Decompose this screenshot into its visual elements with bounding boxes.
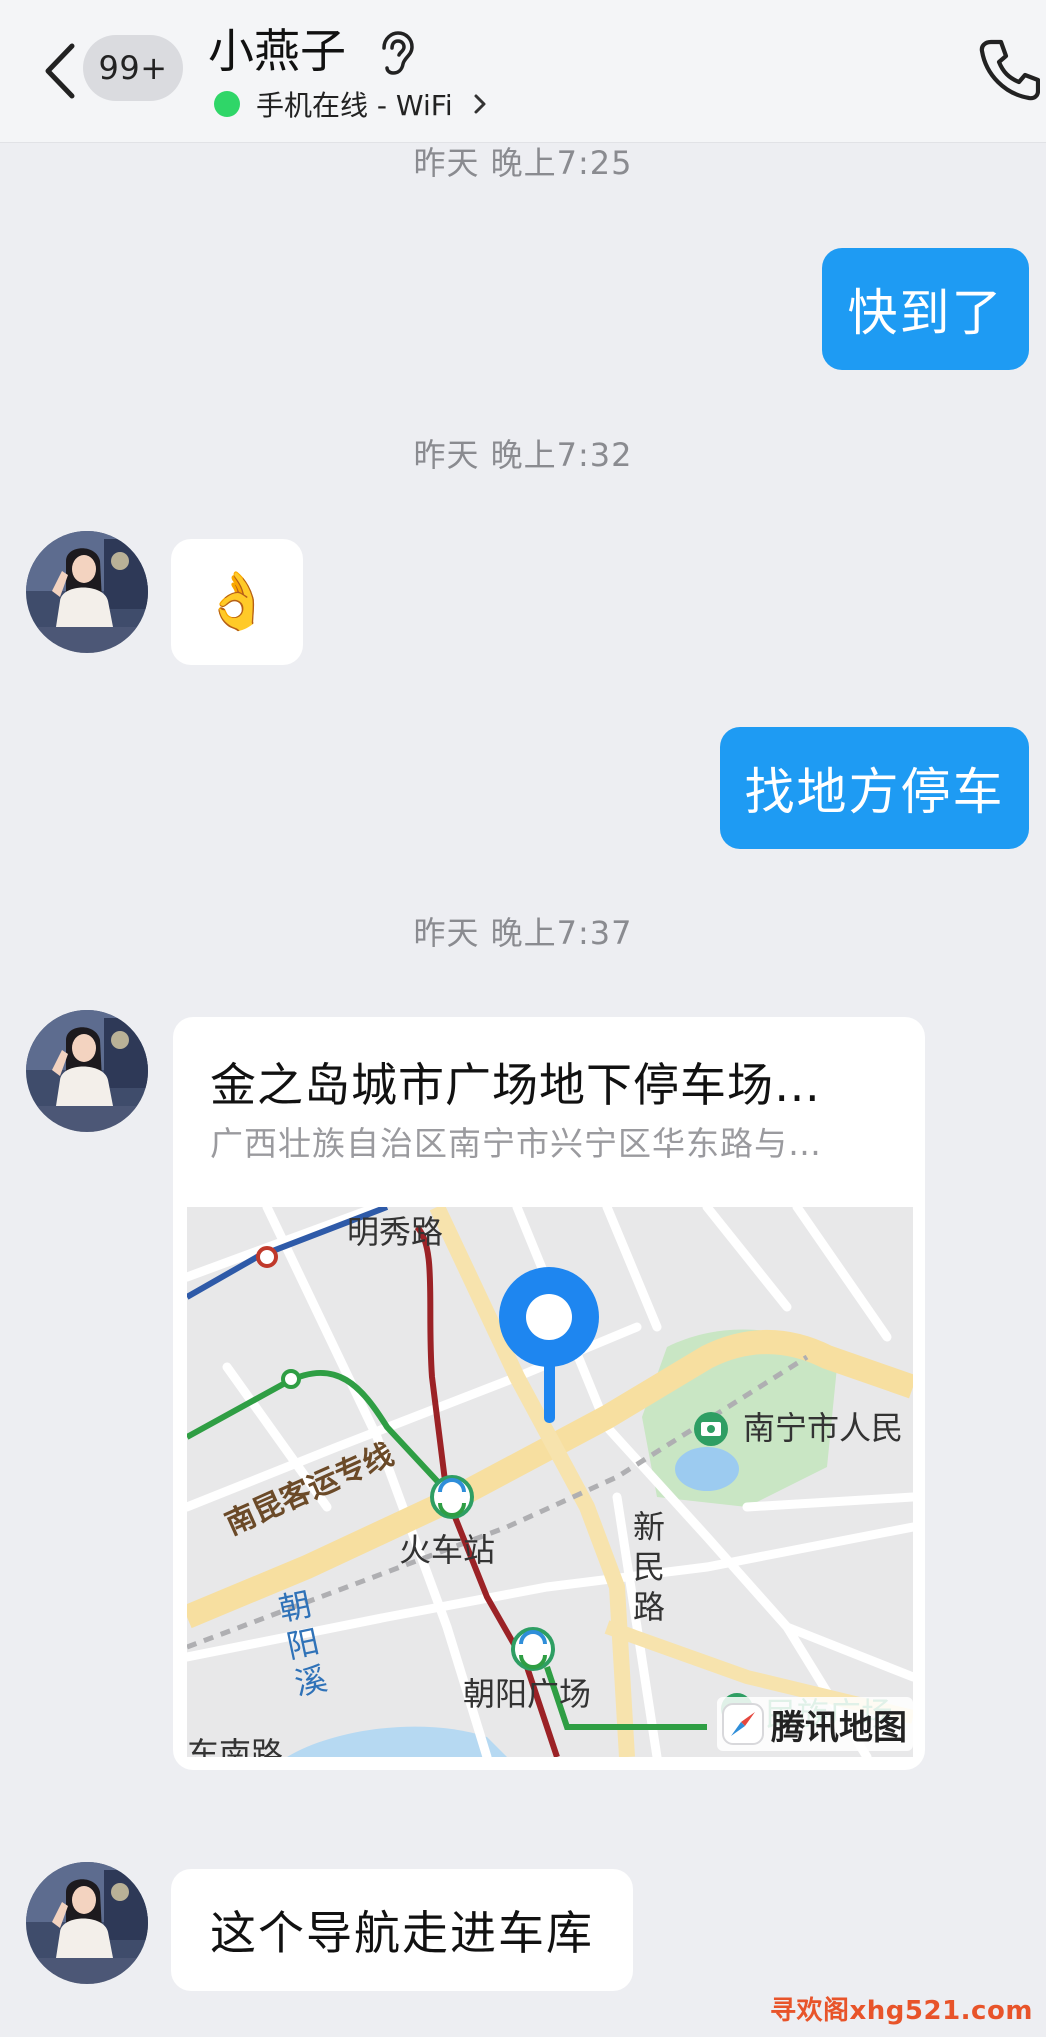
outgoing-message[interactable]: 找地方停车 xyxy=(720,727,1029,849)
avatar[interactable] xyxy=(26,1862,148,1984)
online-dot-icon xyxy=(214,91,240,117)
map-station-label: 火车站 xyxy=(399,1531,496,1569)
incoming-message-emoji[interactable]: 👌 xyxy=(171,539,303,665)
compass-icon xyxy=(722,1703,764,1745)
map-road-label-vertical: 新 民 路 xyxy=(633,1508,666,1626)
avatar-photo xyxy=(26,531,148,653)
avatar-photo xyxy=(26,1862,148,1984)
map-preview[interactable]: 明秀路 南宁市人民 南昆客运专线 火车站 新 民 路 朝 阳 溪 朝阳广场 民族… xyxy=(187,1207,913,1757)
back-button[interactable] xyxy=(34,38,84,104)
location-title: 金之岛城市广场地下停车场… xyxy=(210,1058,821,1112)
watermark: 寻欢阁xhg521.com xyxy=(770,1996,1033,2026)
incoming-message[interactable]: 这个导航走进车库 xyxy=(171,1869,633,1991)
online-status[interactable]: 手机在线 - WiFi xyxy=(214,84,491,124)
status-text: 手机在线 - WiFi xyxy=(256,89,453,122)
avatar-photo xyxy=(26,1010,148,1132)
map-road-label: 明秀路 xyxy=(347,1213,444,1251)
map-park-label: 南宁市人民 xyxy=(743,1409,904,1447)
ok-hand-emoji: 👌 xyxy=(202,569,272,634)
timestamp: 昨天 晚上7:25 xyxy=(413,144,633,182)
outgoing-message[interactable]: 快到了 xyxy=(822,248,1029,370)
map-station-label: 朝阳广场 xyxy=(463,1675,592,1713)
map-brand-label: 腾讯地图 xyxy=(771,1707,907,1748)
chat-header: 99+ 小燕子 手机在线 - WiFi xyxy=(0,0,1046,143)
location-address: 广西壮族自治区南宁市兴宁区华东路与… xyxy=(210,1124,822,1163)
phone-icon[interactable] xyxy=(978,36,1040,102)
avatar[interactable] xyxy=(26,531,148,653)
unread-count-badge[interactable]: 99+ xyxy=(83,35,183,101)
ear-icon[interactable] xyxy=(376,30,416,76)
timestamp: 昨天 晚上7:32 xyxy=(413,436,633,474)
contact-name[interactable]: 小燕子 xyxy=(208,22,346,80)
map-road-label: 东南路 xyxy=(187,1735,284,1757)
chevron-right-icon xyxy=(474,94,486,114)
avatar[interactable] xyxy=(26,1010,148,1132)
chat-screen: 99+ 小燕子 手机在线 - WiFi 昨天 晚上7:25 快到了 昨天 晚上7… xyxy=(0,0,1046,2037)
map-attribution: 腾讯地图 xyxy=(717,1697,913,1751)
timestamp: 昨天 晚上7:37 xyxy=(413,914,633,952)
chevron-left-icon xyxy=(45,43,75,99)
location-message-card[interactable]: 金之岛城市广场地下停车场… 广西壮族自治区南宁市兴宁区华东路与… 明秀路 南宁市… xyxy=(173,1017,925,1770)
